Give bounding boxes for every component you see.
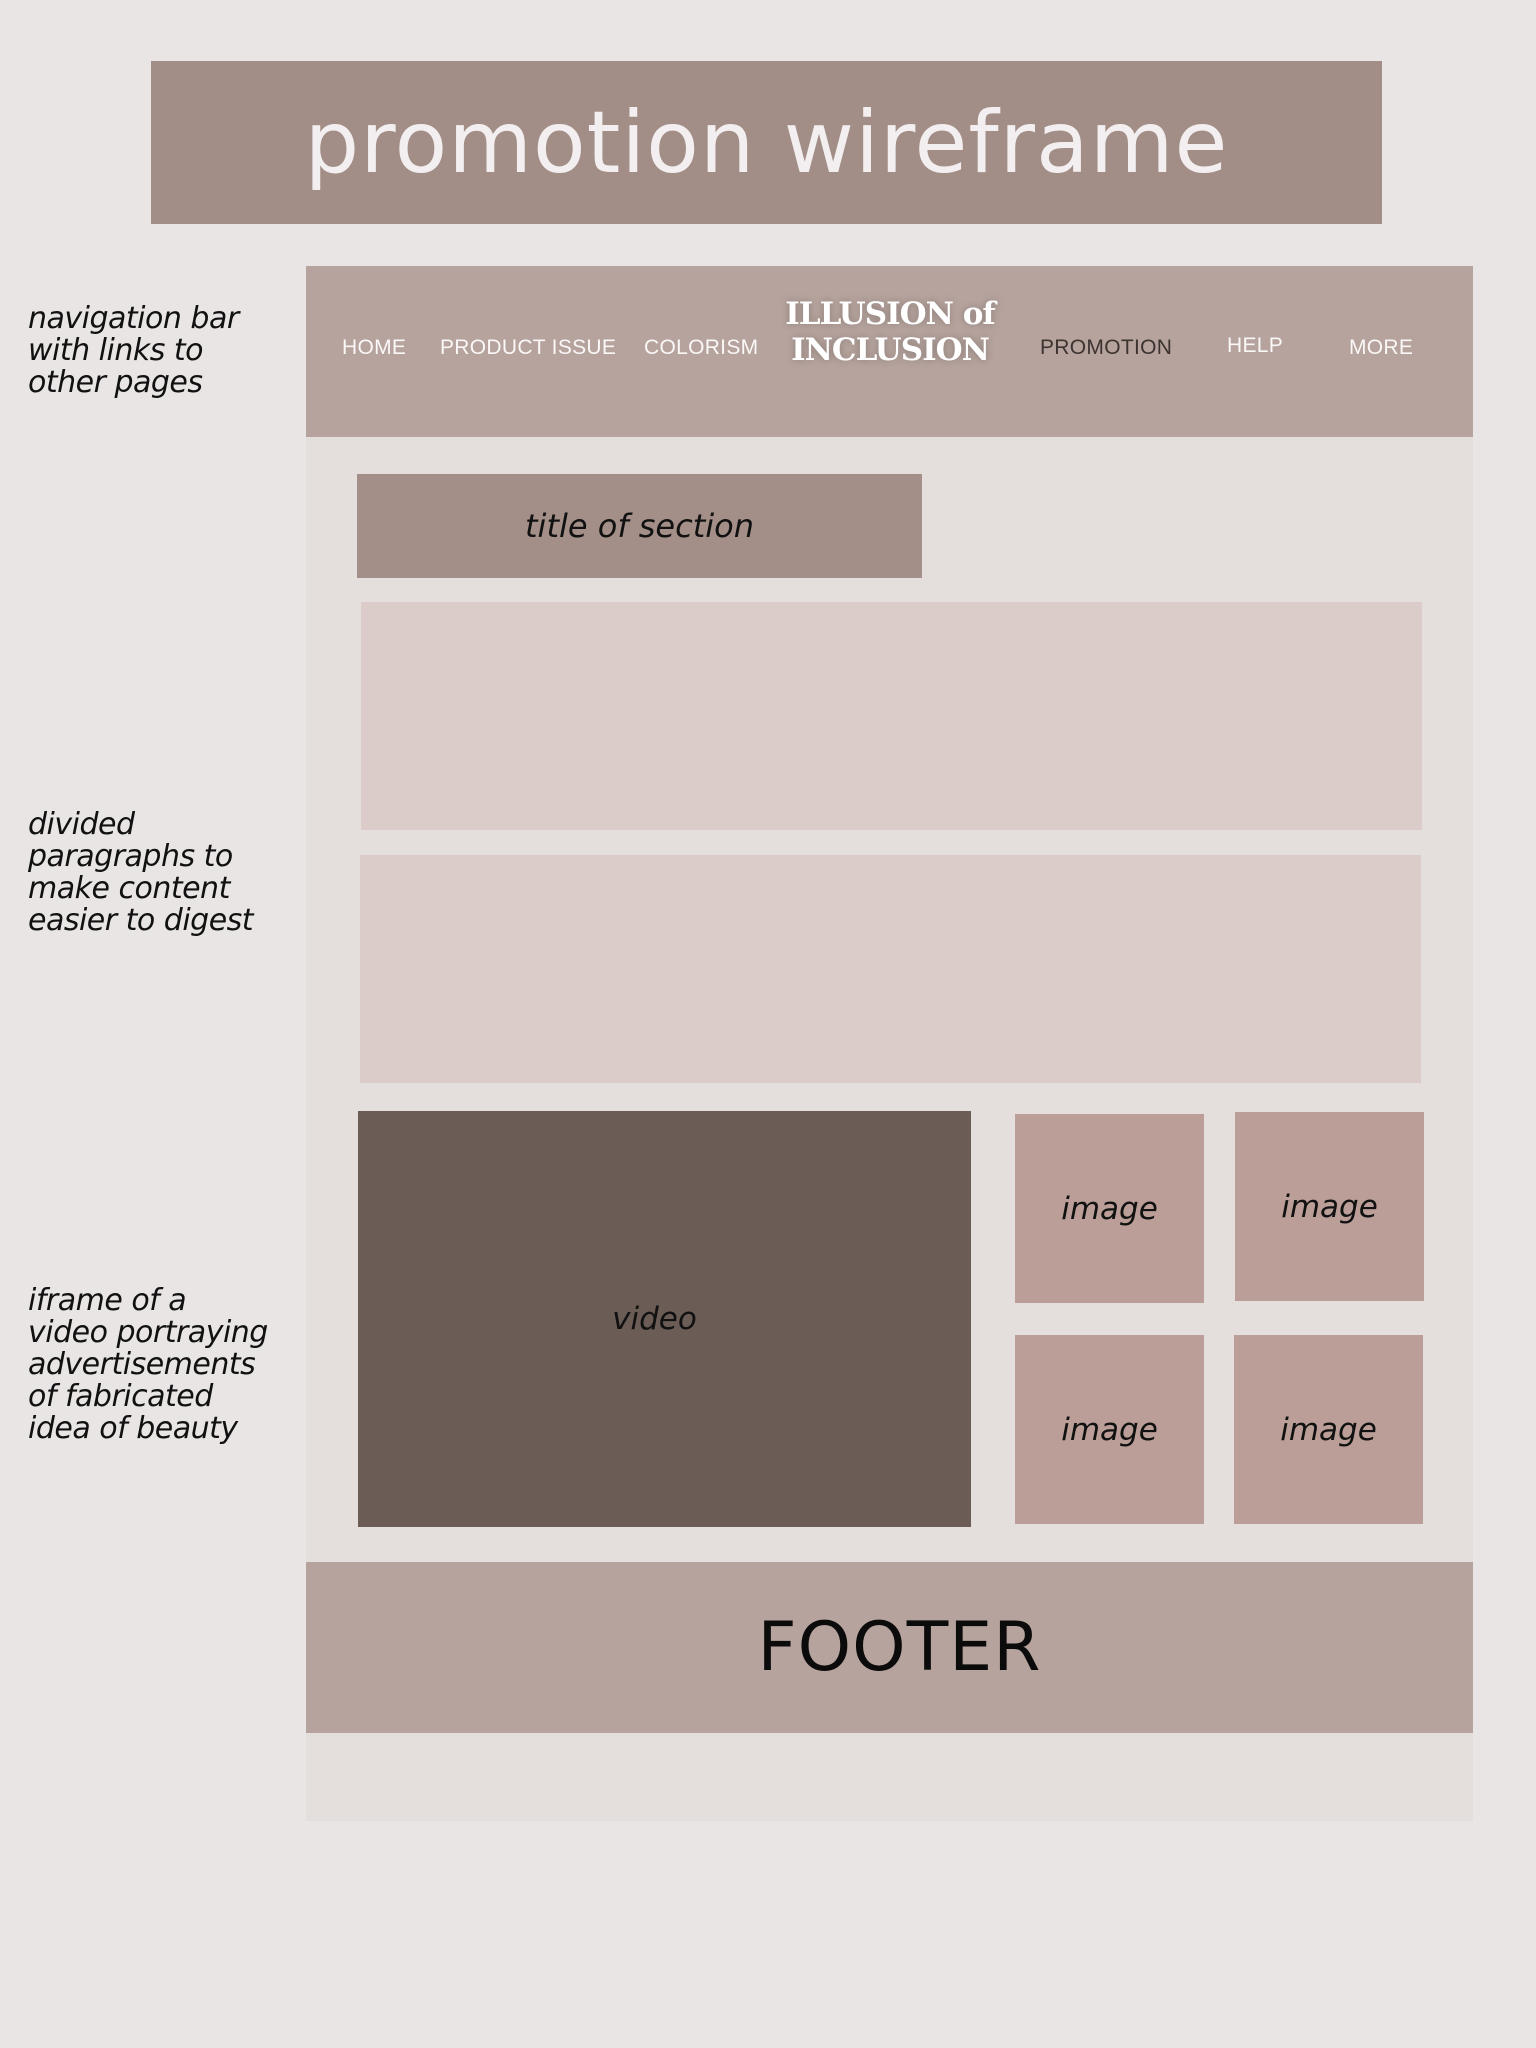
image-placeholder: image <box>1234 1335 1423 1524</box>
note-divided-paragraphs: divided paragraphs to make content easie… <box>28 807 254 938</box>
image-label: image <box>1280 1411 1377 1448</box>
nav-link-home[interactable]: HOME <box>342 336 406 360</box>
paragraph-block <box>360 855 1421 1083</box>
banner-title: promotion wireframe <box>304 92 1229 193</box>
image-label: image <box>1061 1190 1158 1227</box>
nav-link-help[interactable]: HELP <box>1227 334 1283 358</box>
section-title-block: title of section <box>357 474 922 578</box>
page-banner: promotion wireframe <box>151 61 1382 224</box>
nav-link-promotion[interactable]: PROMOTION <box>1040 336 1172 360</box>
image-placeholder: image <box>1015 1114 1204 1303</box>
nav-link-more[interactable]: MORE <box>1349 336 1413 360</box>
section-title-label: title of section <box>525 507 754 545</box>
note-video-iframe: iframe of a video portraying advertiseme… <box>28 1283 268 1446</box>
note-navigation-bar: navigation bar with links to other pages <box>28 301 239 400</box>
video-label: video <box>612 1301 697 1337</box>
image-label: image <box>1281 1188 1378 1225</box>
site-logo[interactable]: ILLUSION of INCLUSION <box>780 296 1000 368</box>
footer-label: FOOTER <box>757 1608 1042 1687</box>
nav-link-product-issue[interactable]: PRODUCT ISSUE <box>440 336 616 360</box>
paragraph-block <box>361 602 1422 830</box>
image-label: image <box>1061 1411 1158 1448</box>
footer: FOOTER <box>306 1562 1473 1733</box>
video-iframe[interactable]: video <box>358 1111 971 1527</box>
image-placeholder: image <box>1015 1335 1204 1524</box>
nav-link-colorism[interactable]: COLORISM <box>644 336 758 360</box>
image-placeholder: image <box>1235 1112 1424 1301</box>
